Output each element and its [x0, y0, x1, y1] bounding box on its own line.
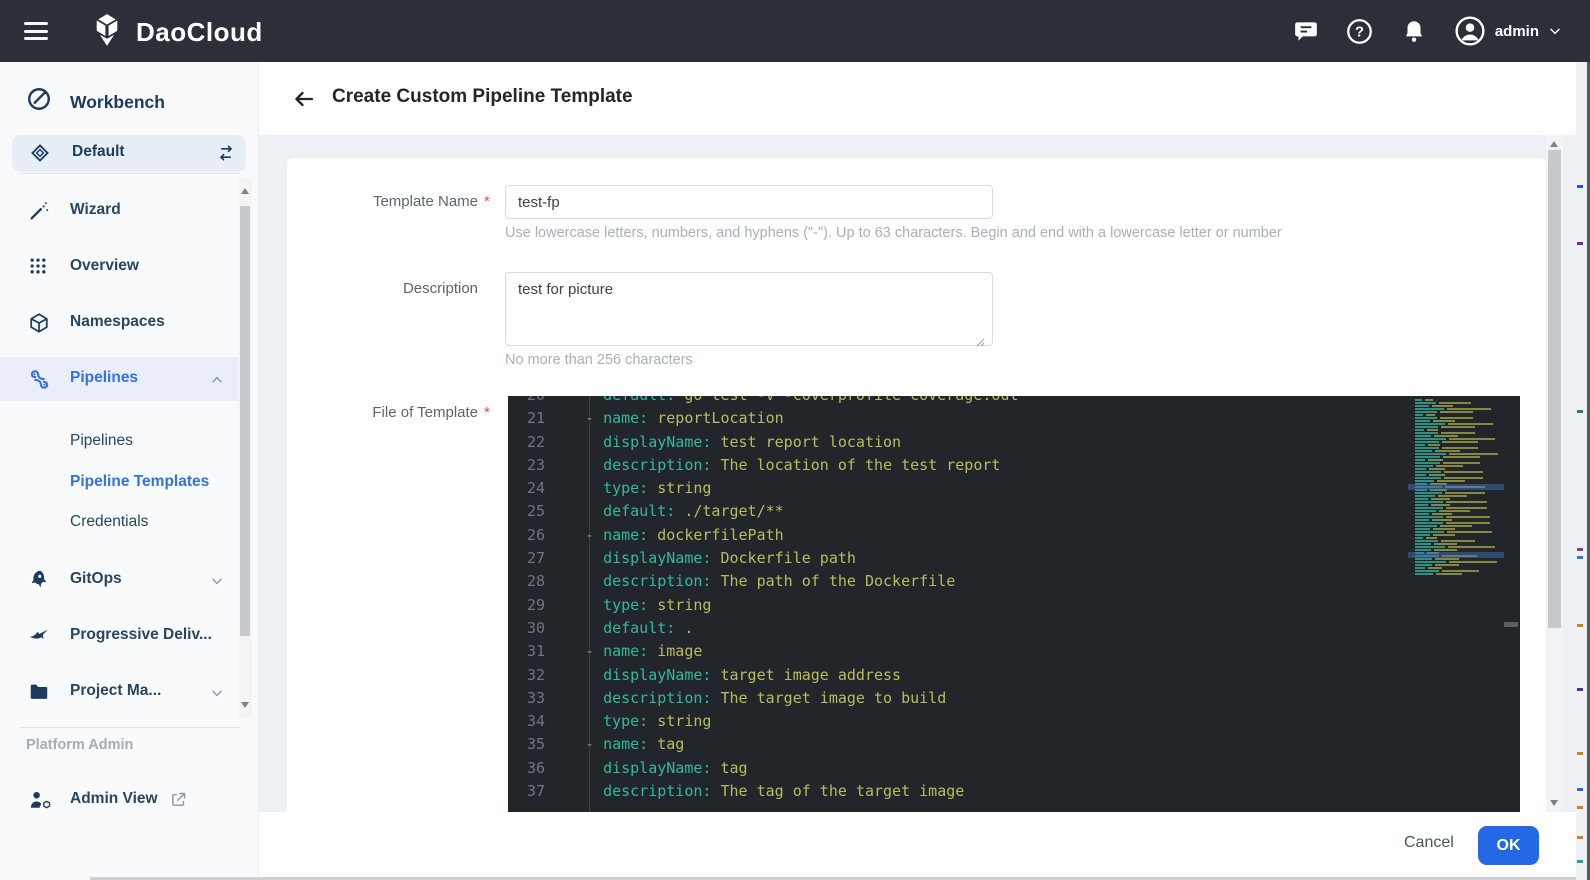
- back-arrow-icon[interactable]: [292, 87, 316, 116]
- bell-icon[interactable]: [1400, 17, 1428, 45]
- brand[interactable]: DaoCloud: [88, 11, 263, 54]
- code-line: 30 default: .: [508, 617, 1520, 640]
- code-line: 32 displayName: target image address: [508, 664, 1520, 687]
- sidebar-item-admin-view[interactable]: Admin View: [0, 778, 238, 822]
- menu-icon[interactable]: [24, 22, 48, 40]
- brand-name: DaoCloud: [136, 17, 263, 48]
- content-area: Template Name * Use lowercase letters, n…: [258, 135, 1590, 812]
- chevron-down-icon: [1548, 24, 1562, 38]
- sidebar-item-overview[interactable]: Overview: [0, 245, 238, 289]
- sidebar-subitem-pipelines[interactable]: Pipelines: [0, 422, 238, 462]
- code-line: 23 description: The location of the test…: [508, 454, 1520, 477]
- divider: [19, 173, 240, 174]
- page-header: Create Custom Pipeline Template: [258, 62, 1590, 135]
- user-menu[interactable]: admin: [1454, 15, 1562, 47]
- code-line: 36 displayName: tag: [508, 757, 1520, 780]
- scrollbar-thumb[interactable]: [240, 206, 250, 636]
- code-line: 34 type: string: [508, 710, 1520, 733]
- scroll-down-icon[interactable]: [1550, 800, 1558, 806]
- workbench-icon: [26, 86, 52, 117]
- form-footer: Cancel OK: [258, 812, 1590, 880]
- sidebar-item-gitops[interactable]: GitOps: [0, 558, 238, 602]
- sidebar-subitem-credentials[interactable]: Credentials: [0, 503, 238, 543]
- description-textarea[interactable]: test for picture: [505, 272, 993, 346]
- template-name-hint: Use lowercase letters, numbers, and hyph…: [505, 225, 1282, 241]
- file-of-template-label: File of Template: [287, 396, 478, 430]
- description-label: Description: [287, 272, 478, 306]
- sidebar-item-pipelines[interactable]: Pipelines: [0, 357, 238, 401]
- admin-view-icon: [28, 789, 51, 817]
- help-icon[interactable]: ?: [1346, 17, 1374, 45]
- code-line: 25 default: ./target/**: [508, 500, 1520, 523]
- yaml-code-editor[interactable]: 20 default: go test -v -coverprofile cov…: [508, 396, 1520, 812]
- code-line: 37 description: The tag of the target im…: [508, 780, 1520, 803]
- wizard-icon: [28, 200, 50, 227]
- avatar: [1454, 15, 1486, 47]
- chevron-down-icon: [210, 574, 224, 593]
- template-name-input[interactable]: [505, 185, 993, 219]
- code-lines: 20 default: go test -v -coverprofile cov…: [508, 396, 1520, 803]
- minimap-highlight: [1408, 552, 1504, 558]
- minimap-highlight: [1408, 484, 1504, 490]
- sidebar-item-progressive-delivery[interactable]: Progressive Deliv...: [0, 614, 238, 658]
- workspace-selector[interactable]: Default: [12, 135, 246, 172]
- sidebar-item-wizard[interactable]: Wizard: [0, 189, 238, 233]
- overview-icon: [28, 256, 48, 281]
- chevron-down-icon: [210, 686, 224, 705]
- namespaces-icon: [28, 312, 50, 339]
- daocloud-logo-icon: [88, 11, 126, 54]
- code-line: 29 type: string: [508, 594, 1520, 617]
- page-title: Create Custom Pipeline Template: [332, 86, 633, 108]
- sidebar-item-workbench[interactable]: Workbench: [0, 84, 258, 124]
- folder-icon: [28, 681, 50, 708]
- code-line: 24 type: string: [508, 477, 1520, 500]
- ok-button[interactable]: OK: [1478, 826, 1539, 865]
- scroll-up-icon[interactable]: [1550, 141, 1558, 147]
- topbar: DaoCloud ? admin: [0, 0, 1590, 62]
- code-line: 35- name: tag: [508, 733, 1520, 756]
- message-icon[interactable]: [1292, 17, 1320, 45]
- sidebar-subitem-pipeline-templates[interactable]: Pipeline Templates: [0, 463, 238, 503]
- required-asterisk: *: [484, 396, 490, 430]
- sidebar-scrollbar[interactable]: [238, 178, 252, 718]
- switch-workspace-icon[interactable]: [216, 143, 236, 168]
- code-line: 31- name: image: [508, 640, 1520, 663]
- sidebar-item-namespaces[interactable]: Namespaces: [0, 301, 238, 345]
- section-platform-admin: Platform Admin: [26, 737, 133, 753]
- description-hint: No more than 256 characters: [505, 352, 693, 368]
- content-scrollbar[interactable]: [1546, 135, 1563, 812]
- bird-icon: [28, 625, 50, 652]
- app-window: DaoCloud ? admin Workbench: [0, 0, 1590, 880]
- cancel-button[interactable]: Cancel: [1398, 833, 1460, 853]
- screen-edge-artifact: [1576, 62, 1590, 880]
- scrollbar-thumb[interactable]: [1548, 150, 1561, 628]
- code-line: 22 displayName: test report location: [508, 431, 1520, 454]
- scroll-up-icon[interactable]: [241, 188, 249, 194]
- external-link-icon: [170, 791, 187, 813]
- pipelines-icon: [28, 368, 51, 396]
- code-line: 33 description: The target image to buil…: [508, 687, 1520, 710]
- svg-text:?: ?: [1355, 24, 1364, 40]
- sidebar-item-project-management[interactable]: Project Ma...: [0, 670, 238, 714]
- workspace-icon: [29, 142, 51, 169]
- username: admin: [1495, 23, 1539, 40]
- form-card: Template Name * Use lowercase letters, n…: [287, 158, 1546, 822]
- chevron-up-icon: [210, 373, 224, 392]
- code-line: 20 default: go test -v -coverprofile cov…: [508, 396, 1520, 407]
- divider: [19, 727, 240, 728]
- gitops-rocket-icon: [28, 569, 50, 596]
- template-name-label: Template Name: [287, 185, 478, 219]
- sidebar: Workbench Default Wizard: [0, 62, 259, 880]
- code-line: 21- name: reportLocation: [508, 407, 1520, 430]
- code-line: 27 displayName: Dockerfile path: [508, 547, 1520, 570]
- editor-scrollbar-thumb[interactable]: [1504, 622, 1518, 627]
- code-line: 26- name: dockerfilePath: [508, 524, 1520, 547]
- scroll-down-icon[interactable]: [241, 702, 249, 708]
- required-asterisk: *: [484, 185, 490, 219]
- code-line: 28 description: The path of the Dockerfi…: [508, 570, 1520, 593]
